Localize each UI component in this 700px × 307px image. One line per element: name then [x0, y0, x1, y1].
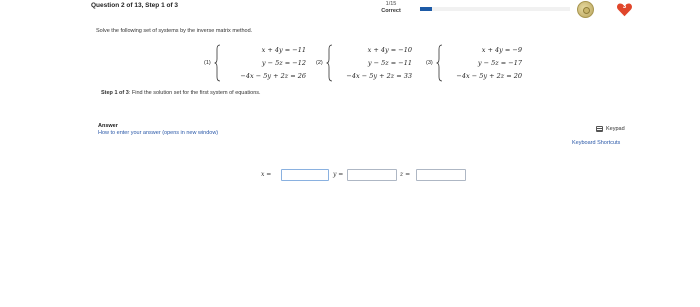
left-brace — [326, 44, 333, 82]
instructions: Solve the following set of systems by th… — [96, 28, 253, 34]
equation: −4x − 5y + 2z = 33 — [346, 72, 412, 80]
answer-help-link[interactable]: How to enter your answer (opens in new w… — [98, 130, 218, 136]
progress-fill — [420, 7, 432, 11]
answer-label: Answer — [98, 123, 118, 129]
keypad-label: Keypad — [606, 126, 625, 132]
keyboard-shortcuts-link[interactable]: Keyboard Shortcuts — [572, 140, 620, 146]
score-display: 1/15 Correct — [369, 1, 413, 15]
coin-icon[interactable] — [577, 1, 594, 18]
equation: y − 5z = −12 — [261, 59, 306, 67]
heart-icon[interactable]: 3 — [616, 1, 633, 18]
equation: y − 5z = −11 — [367, 59, 412, 67]
system-3: (3) x + 4y = −9 y − 5z = −17 −4x − 5y + … — [426, 42, 522, 86]
score-status: Correct — [381, 8, 401, 14]
system-1: (1) x + 4y = −11 y − 5z = −12 −4x − 5y +… — [204, 42, 306, 86]
equation: x + 4y = −10 — [367, 46, 412, 54]
left-brace — [436, 44, 443, 82]
keypad-icon — [596, 126, 603, 132]
system-label: (3) — [426, 60, 433, 66]
hearts-count: 3 — [622, 4, 627, 10]
y-input[interactable] — [347, 169, 397, 181]
step-prefix: Step 1 of 3 — [101, 90, 129, 96]
x-input[interactable] — [281, 169, 329, 181]
equation: x + 4y = −9 — [481, 46, 522, 54]
progress-bar — [420, 7, 570, 11]
z-label: z = — [400, 171, 411, 178]
y-label: y = — [333, 171, 344, 178]
keypad-button[interactable]: Keypad — [596, 126, 625, 132]
equation: −4x − 5y + 2z = 26 — [240, 72, 306, 80]
score-value: 1/15 — [385, 1, 397, 7]
equation: −4x − 5y + 2z = 20 — [456, 72, 522, 80]
step-instruction: Step 1 of 3: Find the solution set for t… — [101, 90, 261, 96]
left-brace — [214, 44, 221, 82]
top-bar: Question 2 of 13, Step 1 of 3 1/15 Corre… — [0, 0, 700, 18]
question-title: Question 2 of 13, Step 1 of 3 — [91, 2, 179, 9]
step-text: : Find the solution set for the first sy… — [128, 90, 261, 96]
system-label: (1) — [204, 60, 211, 66]
system-2: (2) x + 4y = −10 y − 5z = −11 −4x − 5y +… — [316, 42, 412, 86]
x-label: x = — [261, 171, 272, 178]
equation: y − 5z = −17 — [477, 59, 522, 67]
system-label: (2) — [316, 60, 323, 66]
z-input[interactable] — [416, 169, 466, 181]
equation: x + 4y = −11 — [261, 46, 306, 54]
